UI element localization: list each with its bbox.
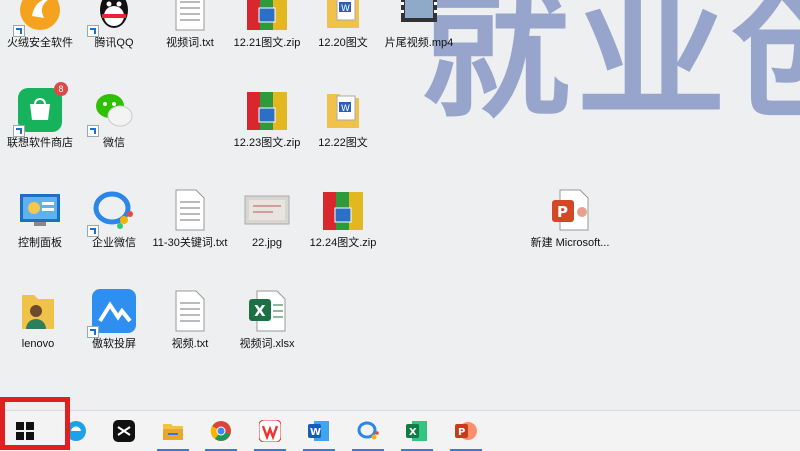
chrome-icon	[210, 421, 231, 441]
desktop-icon-zip[interactable]: 12.24图文.zip	[303, 186, 383, 250]
desktop-icon-label: 视频词.txt	[166, 37, 214, 49]
shortcut-arrow-icon	[87, 225, 99, 237]
start-button-highlight	[0, 397, 70, 450]
desktop-icon-label: 腾讯QQ	[94, 37, 134, 49]
huorong-icon	[13, 0, 64, 37]
zip-archive-icon	[319, 186, 367, 234]
svg-text:W: W	[341, 4, 350, 14]
word-folder-icon: W	[319, 86, 367, 134]
desktop-icon-apowermirror[interactable]: 傲软投屏	[74, 287, 154, 351]
lenovo-store-icon: 8	[13, 82, 68, 137]
desktop-icon-zip[interactable]: 12.23图文.zip	[227, 86, 307, 150]
capcut-icon	[113, 420, 135, 442]
desktop-icon-qq[interactable]: 腾讯QQ	[74, 0, 154, 50]
desktop-icon-label: 22.jpg	[252, 237, 282, 249]
wechat-icon	[87, 86, 138, 137]
desktop-icon-label: 12.22图文	[318, 137, 368, 149]
desktop-icon-label: 火绒安全软件	[7, 37, 73, 49]
desktop-icon-folder[interactable]: W 12.22图文	[303, 86, 383, 150]
video-file-icon	[395, 0, 443, 34]
taskbar-wecom[interactable]	[348, 415, 388, 451]
desktop-icon-file[interactable]: 视频.txt	[150, 287, 230, 351]
desktop-icon-label: lenovo	[21, 338, 55, 350]
powerpoint-file-icon: P	[546, 186, 594, 234]
wallpaper-text: 就业创	[420, 0, 800, 139]
svg-text:W: W	[310, 427, 321, 438]
desktop-icon-label: 企业微信	[92, 237, 136, 249]
taskbar-word[interactable]: W	[299, 415, 339, 451]
taskbar-powerpoint[interactable]: P	[446, 415, 486, 451]
desktop-icon-wechat[interactable]: 微信	[74, 86, 154, 150]
folder-icon	[163, 424, 183, 440]
user-folder-icon	[14, 287, 62, 335]
svg-text:P: P	[557, 203, 568, 221]
desktop-icon-folder[interactable]: W 12.20图文	[303, 0, 383, 50]
notification-badge: 8	[54, 82, 68, 96]
desktop-icon-powerpoint[interactable]: P 新建 Microsoft...	[530, 186, 610, 250]
zip-archive-icon	[243, 0, 291, 34]
taskbar-excel[interactable]: X	[397, 415, 437, 451]
svg-text:W: W	[341, 104, 350, 114]
taskbar-chrome[interactable]	[201, 415, 241, 451]
excel-file-icon: X	[243, 287, 291, 335]
desktop-icon-label: 傲软投屏	[92, 338, 136, 350]
desktop-icon-label: 视频.txt	[171, 338, 209, 350]
wecom-icon	[357, 421, 379, 440]
desktop-icon-label: 联想软件商店	[7, 137, 73, 149]
shortcut-arrow-icon	[13, 125, 25, 137]
wecom-icon	[87, 186, 138, 237]
desktop-icon-label: 控制面板	[18, 237, 62, 249]
desktop-icon-label: 12.24图文.zip	[309, 237, 377, 249]
shortcut-arrow-icon	[87, 125, 99, 137]
desktop-icon-image[interactable]: 22.jpg	[227, 186, 307, 250]
taskbar-wps[interactable]	[250, 415, 290, 451]
taskbar: W X P	[0, 410, 800, 451]
desktop-icon-control-panel[interactable]: 控制面板	[0, 186, 80, 250]
desktop-icon-video[interactable]: 片尾视频.mp4	[379, 0, 459, 50]
desktop-icon-label: 视频词.xlsx	[239, 338, 295, 350]
desktop-icon-label: 片尾视频.mp4	[384, 37, 454, 49]
desktop-icon-excel[interactable]: X 视频词.xlsx	[227, 287, 307, 351]
desktop-icon-label: 新建 Microsoft...	[530, 237, 610, 249]
desktop-icon-label: 12.21图文.zip	[233, 37, 301, 49]
shortcut-arrow-icon	[87, 25, 99, 37]
desktop-icon-label: 微信	[103, 137, 125, 149]
desktop-icon-label: 11-30关键词.txt	[152, 237, 228, 249]
desktop-icon-wecom[interactable]: 企业微信	[74, 186, 154, 250]
desktop-icon-zip[interactable]: 12.21图文.zip	[227, 0, 307, 50]
desktop-icon-huorong[interactable]: 火绒安全软件	[0, 0, 80, 50]
text-file-icon	[166, 287, 214, 335]
excel-icon: X	[406, 421, 427, 441]
desktop-icon-file[interactable]: 视频词.txt	[150, 0, 230, 50]
word-folder-icon: W	[319, 0, 367, 34]
taskbar-file-explorer[interactable]	[153, 415, 193, 451]
desktop-icon-user-folder[interactable]: lenovo	[0, 287, 78, 351]
image-file-icon	[243, 186, 291, 234]
control-panel-icon	[16, 186, 64, 234]
svg-text:X: X	[409, 427, 417, 438]
text-file-icon	[166, 186, 214, 234]
wps-icon	[259, 420, 281, 442]
text-file-icon	[166, 0, 214, 34]
desktop-icon-label: 12.20图文	[318, 37, 368, 49]
desktop-icon-label: 12.23图文.zip	[233, 137, 301, 149]
powerpoint-icon: P	[455, 422, 477, 440]
word-icon: W	[308, 421, 329, 441]
apowermirror-icon	[87, 287, 138, 338]
shortcut-arrow-icon	[87, 326, 99, 338]
desktop-icon-file[interactable]: 11-30关键词.txt	[150, 186, 230, 250]
svg-text:X: X	[254, 302, 266, 320]
zip-archive-icon	[243, 86, 291, 134]
taskbar-capcut[interactable]	[104, 415, 144, 447]
svg-text:P: P	[458, 427, 465, 438]
qq-icon	[87, 0, 138, 37]
desktop-icon-lenovo-store[interactable]: 8 联想软件商店	[0, 82, 80, 150]
shortcut-arrow-icon	[13, 25, 25, 37]
